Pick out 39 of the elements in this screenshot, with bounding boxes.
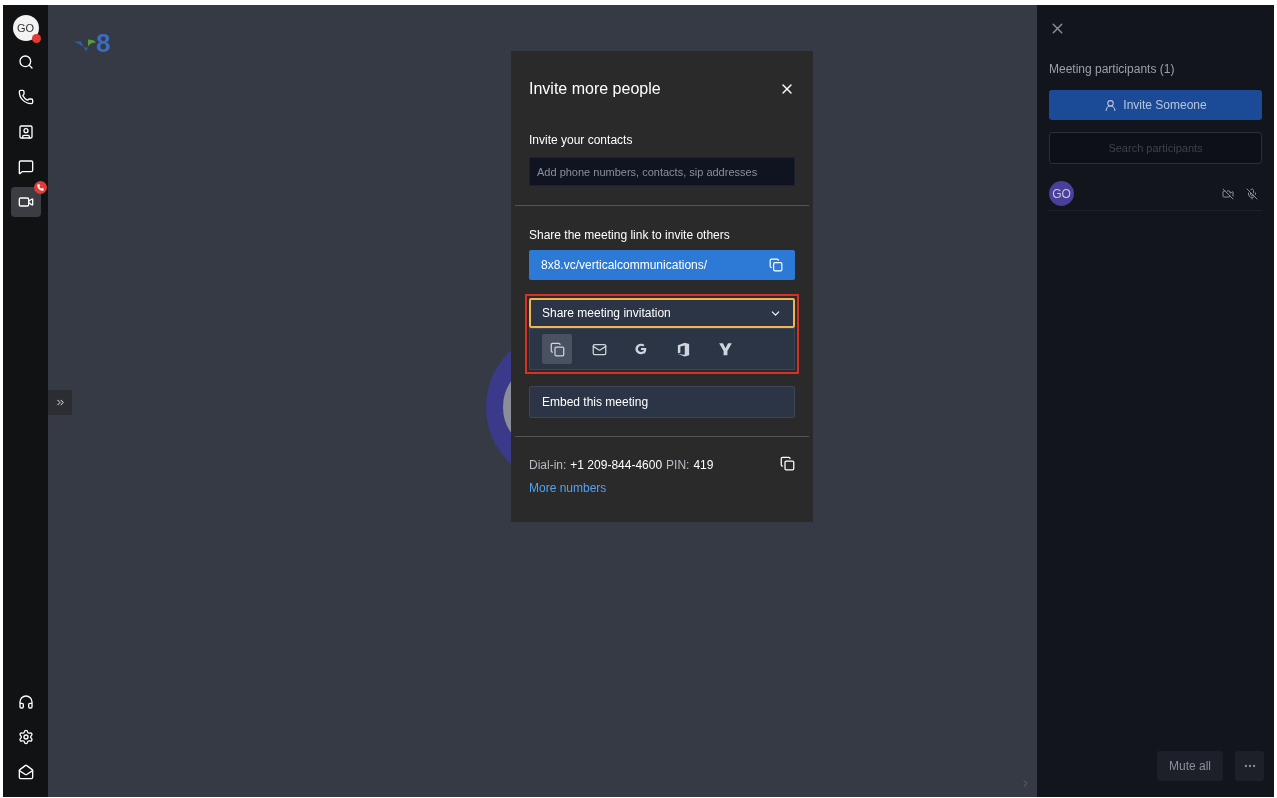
- support-icon: [17, 694, 34, 710]
- embed-meeting-button[interactable]: Embed this meeting: [529, 386, 795, 418]
- status-badge: [31, 34, 41, 43]
- share-dropdown[interactable]: Share meeting invitation: [529, 298, 795, 328]
- user-avatar[interactable]: GO: [12, 15, 39, 41]
- office-icon: [676, 341, 690, 357]
- yahoo-icon: [718, 342, 732, 356]
- participant-avatar: GO: [1049, 181, 1074, 206]
- pin-label: PIN:: [666, 457, 690, 474]
- double-chevron-icon: [54, 397, 66, 408]
- expand-button[interactable]: [48, 390, 72, 415]
- pin-number: 419: [693, 457, 714, 474]
- link-label: Share the meeting link to invite others: [528, 227, 731, 244]
- mute-all-button[interactable]: Mute all: [1156, 751, 1223, 781]
- contacts-icon: [17, 124, 34, 140]
- person-icon: [1104, 98, 1118, 112]
- phone-icon: [17, 89, 34, 105]
- copy-share-button[interactable]: [542, 334, 572, 364]
- settings-icon: [17, 729, 34, 745]
- inbox-icon: [17, 764, 34, 780]
- google-icon: [634, 342, 648, 356]
- video-nav-button[interactable]: [10, 187, 41, 217]
- dialog-title: Invite more people: [529, 79, 661, 99]
- mail-icon: [591, 341, 607, 357]
- copy-icon[interactable]: [780, 456, 795, 471]
- chat-icon: [17, 159, 34, 175]
- dial-in-number: +1 209-844-4600: [570, 457, 663, 474]
- logo-text: 8: [96, 30, 111, 56]
- panel-title: Meeting participants (1): [1049, 61, 1176, 78]
- video-icon: [17, 194, 34, 210]
- search-icon: [17, 54, 34, 70]
- dial-in-label: Dial-in:: [529, 457, 567, 474]
- contacts-label: Invite your contacts: [528, 132, 634, 149]
- more-numbers-link[interactable]: More numbers: [529, 479, 714, 497]
- contacts-input[interactable]: Add phone numbers, contacts, sip addresses: [529, 157, 795, 186]
- invite-someone-button[interactable]: Invite Someone: [1049, 90, 1262, 120]
- copy-icon: [549, 341, 565, 357]
- logo-mark-icon: [74, 39, 96, 53]
- meeting-link-field[interactable]: 8x8.vc/verticalcommunications/: [529, 250, 795, 280]
